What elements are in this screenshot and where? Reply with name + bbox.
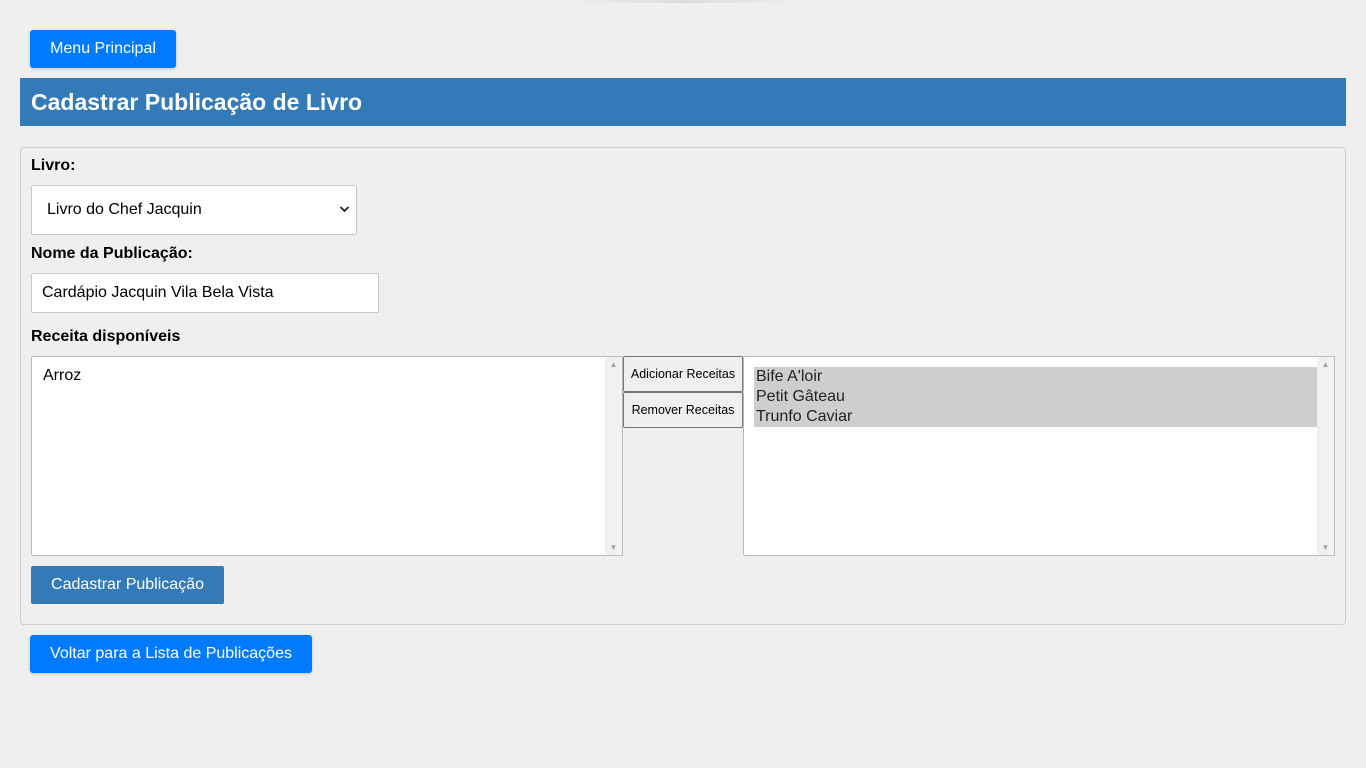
add-recipes-button[interactable]: Adicionar Receitas xyxy=(623,356,743,392)
chevron-down-icon xyxy=(339,186,350,254)
scroll-up-icon[interactable]: ▲ xyxy=(1317,360,1334,369)
cadastrar-publicacao-button[interactable]: Cadastrar Publicação xyxy=(31,566,224,604)
page-title: Cadastrar Publicação de Livro xyxy=(20,78,1346,126)
livro-select[interactable]: Livro do Chef Jacquin xyxy=(31,185,357,235)
form-panel: Livro: Livro do Chef Jacquin Nome da Pub… xyxy=(20,147,1346,625)
livro-label: Livro: xyxy=(31,157,76,174)
nome-publicacao-input[interactable]: Cardápio Jacquin Vila Bela Vista xyxy=(31,273,379,313)
list-item[interactable]: Trunfo Caviar xyxy=(754,407,1324,427)
list-item[interactable]: Petit Gâteau xyxy=(754,387,1324,407)
back-to-list-button[interactable]: Voltar para a Lista de Publicações xyxy=(30,635,312,673)
remove-recipes-button[interactable]: Remover Receitas xyxy=(623,392,743,428)
selected-recipes-list[interactable]: Bife A'loir Petit Gâteau Trunfo Caviar ▲… xyxy=(743,356,1335,556)
scroll-down-icon[interactable]: ▼ xyxy=(605,543,622,552)
available-recipes-list[interactable]: Arroz ▲ ▼ xyxy=(31,356,623,556)
scroll-up-icon[interactable]: ▲ xyxy=(605,360,622,369)
top-shadow xyxy=(570,0,800,3)
scroll-down-icon[interactable]: ▼ xyxy=(1317,543,1334,552)
receitas-disponiveis-label: Receita disponíveis xyxy=(31,328,181,345)
livro-select-value: Livro do Chef Jacquin xyxy=(47,201,202,218)
list-item[interactable]: Arroz xyxy=(43,366,611,386)
scrollbar[interactable]: ▲ ▼ xyxy=(1317,357,1334,555)
scrollbar[interactable]: ▲ ▼ xyxy=(605,357,622,555)
nome-publicacao-label: Nome da Publicação: xyxy=(31,245,193,262)
menu-principal-button[interactable]: Menu Principal xyxy=(30,30,176,68)
list-item[interactable]: Bife A'loir xyxy=(754,367,1324,387)
